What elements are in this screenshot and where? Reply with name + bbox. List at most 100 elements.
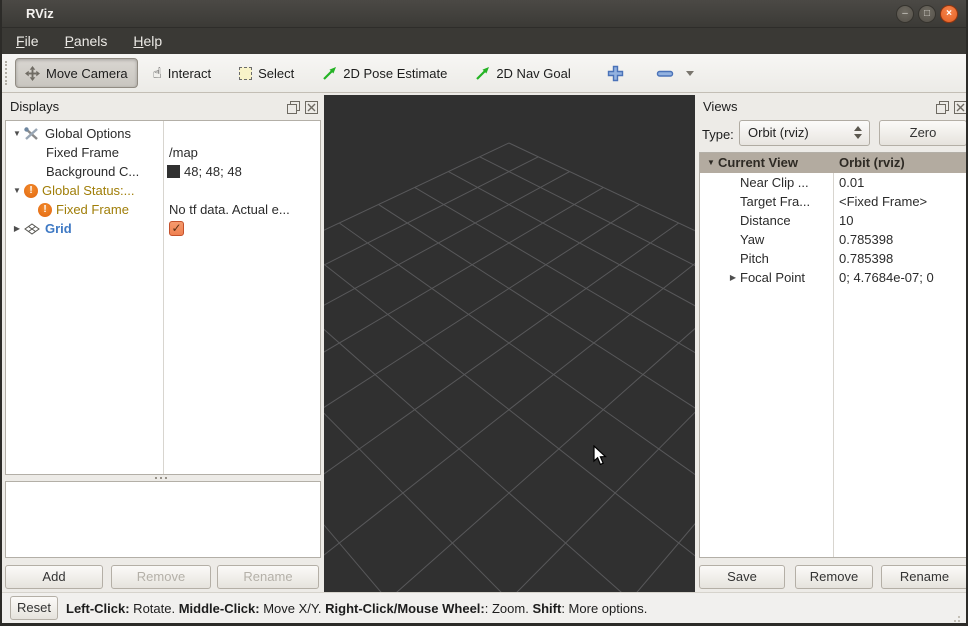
minimize-button[interactable]: – (896, 5, 914, 23)
row-value[interactable]: 0.01 (839, 173, 864, 192)
tool-move-camera-label: Move Camera (46, 66, 128, 81)
rename-display-button[interactable]: Rename (217, 565, 319, 589)
warning-icon: ! (24, 184, 38, 198)
remove-view-button[interactable]: Remove (795, 565, 873, 589)
row-near-clip[interactable]: Near Clip ... 0.01 (700, 173, 967, 192)
remove-display-button[interactable]: Remove (111, 565, 211, 589)
minus-icon (656, 65, 674, 82)
hand-pointer-icon: ☝ (153, 66, 162, 81)
expander-icon[interactable]: ▶ (10, 219, 24, 238)
row-focal-point[interactable]: ▶ Focal Point 0; 4.7684e-07; 0 (700, 268, 967, 287)
row-fixed-frame-status[interactable]: ! Fixed Frame No tf data. Actual e... (6, 200, 320, 219)
menu-file[interactable]: File (6, 33, 49, 49)
menu-bar: File Panels Help (0, 28, 968, 54)
row-grid[interactable]: ▶ Grid ✓ (6, 219, 320, 238)
row-value[interactable]: 0.785398 (839, 249, 893, 268)
close-panel-icon[interactable] (305, 101, 318, 114)
grid-enabled-checkbox[interactable]: ✓ (169, 221, 184, 236)
maximize-icon: □ (924, 8, 930, 19)
views-panel-title: Views (703, 99, 737, 114)
row-target-frame[interactable]: Target Fra... <Fixed Frame> (700, 192, 967, 211)
row-pitch[interactable]: Pitch 0.785398 (700, 249, 967, 268)
color-swatch[interactable] (167, 165, 180, 178)
status-help-text: Left-Click: Rotate. Middle-Click: Move X… (66, 593, 647, 624)
row-fixed-frame[interactable]: Fixed Frame /map (6, 143, 320, 162)
row-global-options[interactable]: ▼ Global Options (6, 124, 320, 143)
tool-select-label: Select (258, 66, 294, 81)
move-icon (25, 66, 40, 81)
row-background-color[interactable]: Background C... 48; 48; 48 (6, 162, 320, 181)
row-label: Fixed Frame (46, 143, 119, 162)
view-type-combobox[interactable]: Orbit (rviz) (739, 120, 870, 146)
zero-button[interactable]: Zero (879, 120, 967, 146)
displays-panel-title: Displays (10, 99, 59, 114)
green-arrow-icon (475, 66, 490, 81)
window-controls: – □ × (896, 5, 958, 23)
rviz-window: RViz – □ × File Panels Help Move Camera … (0, 0, 968, 626)
spinner-arrows-icon[interactable] (854, 126, 862, 139)
toolbar-drag-handle[interactable] (5, 61, 9, 85)
tool-interact-label: Interact (168, 66, 211, 81)
row-value[interactable]: 0.785398 (839, 230, 893, 249)
expander-icon[interactable]: ▶ (726, 268, 740, 287)
close-button[interactable]: × (940, 5, 958, 23)
menu-panels[interactable]: Panels (55, 33, 118, 49)
float-panel-icon[interactable] (936, 101, 949, 114)
row-label: Pitch (740, 249, 769, 268)
maximize-button[interactable]: □ (918, 5, 936, 23)
close-panel-icon[interactable] (954, 101, 967, 114)
row-label: Grid (45, 219, 72, 238)
close-icon: × (946, 8, 952, 19)
warning-icon: ! (38, 203, 52, 217)
tool-select[interactable]: Select (230, 58, 303, 88)
grid-icon (24, 223, 40, 235)
title-bar[interactable]: RViz – □ × (0, 0, 968, 28)
row-value[interactable]: 10 (839, 211, 853, 230)
mouse-cursor (593, 445, 607, 466)
chevron-down-icon[interactable] (686, 71, 694, 76)
view-type-value: Orbit (rviz) (748, 125, 809, 140)
type-label: Type: (702, 127, 734, 142)
row-label: Global Options (45, 124, 131, 143)
add-display-button[interactable]: Add (5, 565, 103, 589)
save-view-button[interactable]: Save (699, 565, 785, 589)
toolbar: Move Camera ☝ Interact Select 2D Pose Es… (2, 54, 966, 93)
window-title: RViz (26, 6, 54, 21)
row-value[interactable]: 0; 4.7684e-07; 0 (839, 268, 934, 287)
minimize-icon: – (902, 8, 908, 19)
splitter-handle[interactable] (155, 477, 157, 479)
plus-icon (607, 65, 624, 82)
row-label: Background C... (46, 162, 139, 181)
resize-grip[interactable] (958, 616, 960, 618)
row-distance[interactable]: Distance 10 (700, 211, 967, 230)
float-panel-icon[interactable] (287, 101, 300, 114)
remove-tool-button[interactable] (647, 58, 703, 88)
expander-icon[interactable]: ▼ (704, 153, 718, 172)
render-viewport[interactable] (324, 95, 695, 592)
displays-tree: ▼ Global Options Fixed Frame /map Backgr… (5, 120, 321, 475)
row-global-status[interactable]: ▼ ! Global Status:... (6, 181, 320, 200)
row-yaw[interactable]: Yaw 0.785398 (700, 230, 967, 249)
row-label: Global Status:... (42, 181, 135, 200)
add-tool-button[interactable] (598, 58, 633, 88)
selection-box-icon (239, 67, 252, 80)
expander-icon[interactable]: ▼ (10, 181, 24, 200)
tool-2d-pose-estimate[interactable]: 2D Pose Estimate (313, 58, 456, 88)
row-label: Current View (718, 153, 798, 172)
tool-2d-nav-goal[interactable]: 2D Nav Goal (466, 58, 579, 88)
rename-view-button[interactable]: Rename (881, 565, 968, 589)
status-bar: Reset Left-Click: Rotate. Middle-Click: … (2, 592, 966, 623)
row-label: Focal Point (740, 268, 805, 287)
row-value[interactable]: 48; 48; 48 (184, 162, 242, 181)
expander-icon[interactable]: ▼ (10, 124, 24, 143)
menu-help[interactable]: Help (123, 33, 172, 49)
row-value[interactable]: <Fixed Frame> (839, 192, 927, 211)
tools-icon (24, 127, 40, 141)
row-current-view[interactable]: ▼ Current View Orbit (rviz) (700, 153, 967, 173)
row-label: Yaw (740, 230, 764, 249)
reset-button[interactable]: Reset (10, 596, 58, 620)
tool-interact[interactable]: ☝ Interact (144, 58, 221, 88)
tool-move-camera[interactable]: Move Camera (15, 58, 138, 88)
grid-plane (324, 95, 695, 592)
row-value[interactable]: /map (169, 143, 198, 162)
